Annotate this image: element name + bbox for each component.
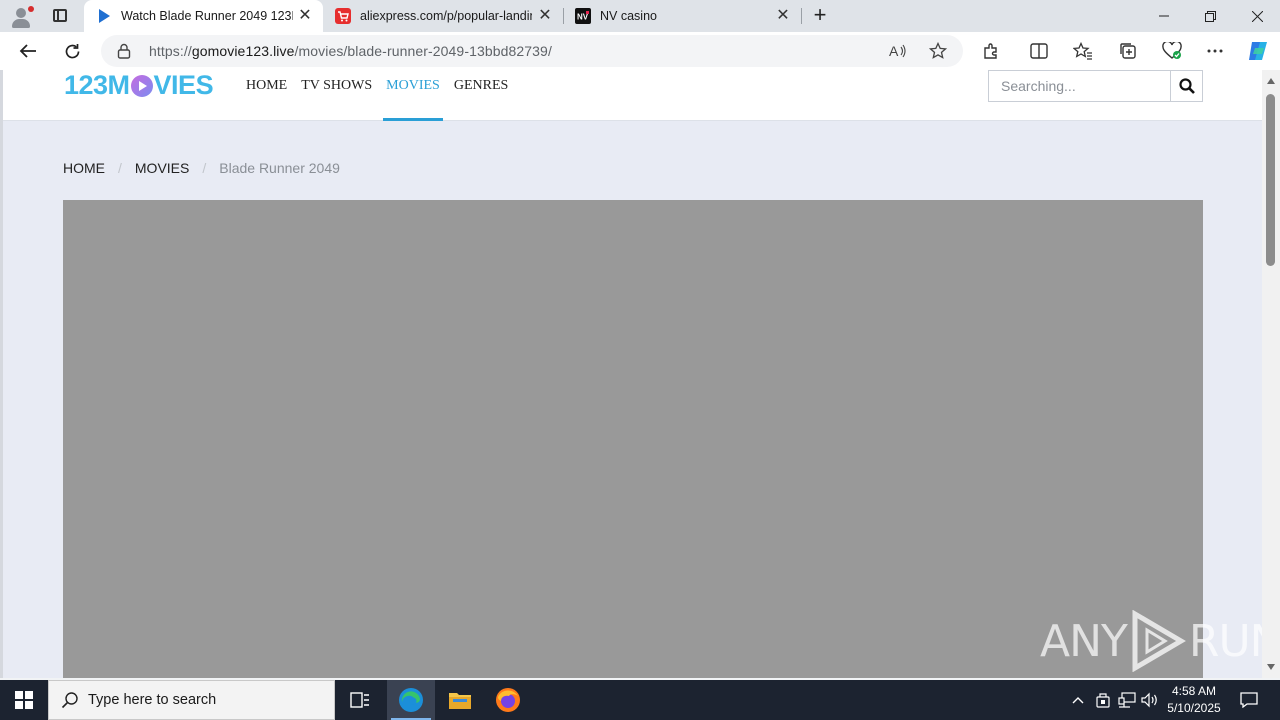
browser-essentials-icon[interactable] xyxy=(1162,41,1182,61)
extensions-icon[interactable] xyxy=(981,41,1001,61)
edge-taskbar-icon[interactable] xyxy=(387,680,435,720)
tab-aliexpress[interactable]: aliexpress.com/p/popular-landin ✕ xyxy=(323,0,563,32)
browser-tab-strip: Watch Blade Runner 2049 123Mo ✕ aliexpre… xyxy=(0,0,1280,32)
watermark-text-left: ANY xyxy=(1040,615,1128,667)
logo-text-right: VIES xyxy=(153,70,214,100)
tab-title: aliexpress.com/p/popular-landin xyxy=(360,9,532,23)
url-scheme: https:// xyxy=(149,43,192,59)
tab-close-icon[interactable]: ✕ xyxy=(537,8,553,24)
collections-icon[interactable] xyxy=(1118,41,1138,61)
browser-toolbar: https://gomovie123.live/movies/blade-run… xyxy=(0,32,1280,70)
play-icon xyxy=(99,9,110,23)
menu-tv-shows[interactable]: TV SHOWS xyxy=(298,70,375,121)
main-menu: HOME TV SHOWS MOVIES GENRES xyxy=(243,70,519,121)
windows-logo-icon xyxy=(15,691,33,709)
tray-chevron-up-icon[interactable] xyxy=(1068,680,1088,720)
site-logo[interactable]: 123M VIES xyxy=(64,70,214,100)
breadcrumb-separator: / xyxy=(118,160,122,176)
anyrun-watermark: ANY RUN xyxy=(1040,609,1262,673)
logo-text-left: 123M xyxy=(64,70,130,100)
breadcrumb-current: Blade Runner 2049 xyxy=(219,160,340,176)
scroll-thumb[interactable] xyxy=(1266,94,1275,266)
search-icon xyxy=(61,692,78,709)
tab-close-icon[interactable]: ✕ xyxy=(297,8,313,24)
search-button[interactable] xyxy=(1170,70,1203,102)
file-explorer-icon[interactable] xyxy=(436,680,484,720)
logo-play-icon xyxy=(130,75,153,97)
new-tab-icon[interactable]: + xyxy=(808,4,832,28)
page-viewport: 123M VIES HOME TV SHOWS MOVIES GENRES HOM… xyxy=(0,70,1262,678)
site-search xyxy=(988,70,1203,102)
taskbar-search-placeholder: Type here to search xyxy=(88,692,217,708)
tab-blade-runner[interactable]: Watch Blade Runner 2049 123Mo ✕ xyxy=(84,0,323,32)
nv-casino-icon: NV xyxy=(575,8,591,24)
volume-icon[interactable] xyxy=(1140,680,1160,720)
close-window-icon[interactable] xyxy=(1234,0,1280,32)
watermark-play-icon xyxy=(1132,610,1186,672)
breadcrumb-separator: / xyxy=(202,160,207,176)
task-view-icon[interactable] xyxy=(336,680,384,720)
network-icon[interactable] xyxy=(1117,680,1137,720)
notifications-icon[interactable] xyxy=(1234,680,1264,720)
tab-title: Watch Blade Runner 2049 123Mo xyxy=(121,9,293,23)
menu-movies[interactable]: MOVIES xyxy=(383,70,443,121)
read-aloud-icon[interactable]: A xyxy=(888,41,908,61)
site-header: 123M VIES HOME TV SHOWS MOVIES GENRES xyxy=(3,70,1262,121)
tray-device-icon[interactable] xyxy=(1094,680,1112,720)
firefox-icon[interactable] xyxy=(484,680,532,720)
search-icon xyxy=(1178,78,1195,94)
split-screen-icon[interactable] xyxy=(1029,41,1049,61)
tab-separator xyxy=(801,8,802,24)
tab-nv-casino[interactable]: NV NV casino ✕ xyxy=(563,0,801,32)
watermark-text-right: RUN xyxy=(1188,615,1262,667)
taskbar-search[interactable]: Type here to search xyxy=(48,680,335,720)
menu-genres[interactable]: GENRES xyxy=(451,70,511,121)
tab-actions-icon[interactable] xyxy=(48,5,72,27)
back-icon[interactable] xyxy=(14,37,42,65)
start-button[interactable] xyxy=(0,680,48,720)
breadcrumb: HOME / MOVIES / Blade Runner 2049 xyxy=(63,160,340,176)
address-bar[interactable]: https://gomovie123.live/movies/blade-run… xyxy=(101,35,963,67)
search-input[interactable] xyxy=(988,70,1170,102)
more-menu-icon[interactable] xyxy=(1205,41,1225,61)
scroll-down-icon[interactable] xyxy=(1267,664,1275,670)
tab-close-icon[interactable]: ✕ xyxy=(775,8,791,24)
windows-taskbar: Type here to search 4:58 AM 5/10/2025 xyxy=(0,680,1280,720)
menu-home[interactable]: HOME xyxy=(243,70,290,121)
url-text[interactable]: https://gomovie123.live/movies/blade-run… xyxy=(149,43,552,59)
taskbar-clock[interactable]: 4:58 AM 5/10/2025 xyxy=(1160,683,1228,717)
refresh-icon[interactable] xyxy=(58,37,86,65)
breadcrumb-home[interactable]: HOME xyxy=(63,160,105,176)
aliexpress-cart-icon xyxy=(335,8,351,24)
tab-title: NV casino xyxy=(600,9,657,23)
minimize-icon[interactable] xyxy=(1141,0,1187,32)
page-scrollbar[interactable] xyxy=(1262,70,1280,678)
breadcrumb-movies[interactable]: MOVIES xyxy=(135,160,189,176)
clock-date: 5/10/2025 xyxy=(1167,701,1221,715)
url-path: /movies/blade-runner-2049-13bbd82739/ xyxy=(294,43,552,59)
lock-icon[interactable] xyxy=(117,43,131,59)
favorites-icon[interactable] xyxy=(1073,41,1093,61)
video-player[interactable] xyxy=(63,200,1203,678)
restore-icon[interactable] xyxy=(1187,0,1233,32)
svg-text:A: A xyxy=(889,43,899,59)
favorite-star-icon[interactable] xyxy=(928,41,948,61)
copilot-icon[interactable] xyxy=(1246,39,1270,63)
url-host: gomovie123.live xyxy=(191,43,295,59)
scroll-up-icon[interactable] xyxy=(1267,78,1275,84)
clock-time: 4:58 AM xyxy=(1171,684,1217,698)
profile-avatar-icon[interactable] xyxy=(10,6,34,28)
